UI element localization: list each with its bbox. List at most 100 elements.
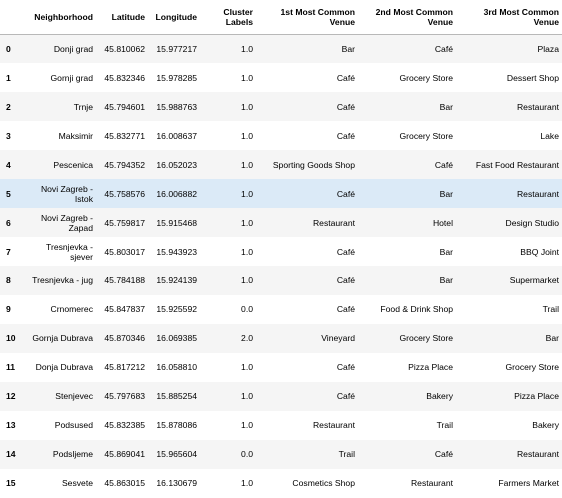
cell-3rd-venue: Trail [542, 304, 559, 315]
cell-cluster-label: 1.0 [241, 44, 253, 55]
cell-neighborhood: Maksimir [58, 130, 93, 141]
cell-1st-venue: Café [336, 101, 355, 112]
table-row: 3 Maksimir 45.832771 16.008637 1.0 Café Grocer… [0, 121, 562, 150]
cell-3rd-venue: Farmers Market [498, 478, 559, 489]
cell-longitude: 15.977217 [156, 44, 197, 55]
cell-cluster-label: 0.0 [241, 449, 253, 460]
cell-longitude: 15.878086 [156, 420, 197, 431]
cell-cluster-label: 1.0 [241, 101, 253, 112]
header-3rd-venue: 3rd Most Common Venue [456, 0, 562, 35]
cell-neighborhood: Podsljeme [52, 449, 93, 460]
table-row: 1 Gornji grad 45.832346 15.978285 1.0 Café Gro… [0, 63, 562, 92]
header-row: Neighborhood Latitude Longitude Cluster … [0, 0, 562, 35]
cell-cluster-label: 2.0 [241, 333, 253, 344]
cell-latitude: 45.797683 [104, 391, 145, 402]
row-index: 13 [6, 420, 16, 431]
cell-2nd-venue: Café [434, 159, 453, 170]
table-body: 0 Donji grad 45.810062 15.977217 1.0 Bar Café P… [0, 34, 562, 498]
cell-1st-venue: Cosmetics Shop [292, 478, 355, 489]
cell-longitude: 16.130679 [156, 478, 197, 489]
table-row: 13 Podsused 45.832385 15.878086 1.0 Restauran… [0, 411, 562, 440]
cell-1st-venue: Café [336, 391, 355, 402]
cell-neighborhood: Gornji grad [50, 72, 93, 83]
cell-longitude: 15.885254 [156, 391, 197, 402]
cell-longitude: 16.052023 [156, 159, 197, 170]
table-row: 4 Pescenica 45.794352 16.052023 1.0 Sporting … [0, 150, 562, 180]
row-index: 7 [6, 246, 11, 257]
cell-longitude: 15.978285 [156, 72, 197, 83]
cell-neighborhood: Crnomerec [50, 304, 93, 315]
cell-2nd-venue: Bar [439, 275, 453, 286]
cell-2nd-venue: Hotel [432, 217, 453, 228]
row-index: 8 [6, 275, 11, 286]
cell-neighborhood: Donji grad [53, 44, 93, 55]
cell-3rd-venue: Supermarket [509, 275, 559, 286]
table-row: 12 Stenjevec 45.797683 15.885254 1.0 Café Bake… [0, 381, 562, 411]
cell-neighborhood: Donja Dubrava [35, 362, 93, 373]
cell-1st-venue: Café [336, 275, 355, 286]
cell-latitude: 45.794601 [104, 101, 145, 112]
cell-latitude: 45.863015 [104, 478, 145, 489]
cell-neighborhood: Gornja Dubrava [32, 333, 93, 344]
cell-2nd-venue: Bakery [426, 391, 453, 402]
header-2nd-venue: 2nd Most Common Venue [358, 0, 456, 35]
cell-cluster-label: 1.0 [241, 246, 253, 257]
cell-cluster-label: 0.0 [241, 304, 253, 315]
cell-latitude: 45.758576 [104, 188, 145, 199]
cell-longitude: 15.943923 [156, 246, 197, 257]
row-index: 3 [6, 130, 11, 141]
row-index: 1 [6, 72, 11, 83]
cell-3rd-venue: Restaurant [516, 101, 559, 112]
row-index: 9 [6, 304, 11, 315]
table-row: 7 Tresnjevka - sjever 45.803017 15.943923 1.… [0, 237, 562, 266]
cell-longitude: 16.008637 [156, 130, 197, 141]
cell-latitude: 45.794352 [104, 159, 145, 170]
cell-3rd-venue: Restaurant [516, 449, 559, 460]
table-row: 0 Donji grad 45.810062 15.977217 1.0 Bar Café P… [0, 34, 562, 64]
cell-cluster-label: 1.0 [241, 478, 253, 489]
header-longitude: Longitude [148, 0, 200, 35]
cell-latitude: 45.784188 [104, 275, 145, 286]
cell-cluster-label: 1.0 [241, 130, 253, 141]
row-index: 12 [6, 391, 16, 402]
cell-3rd-venue: Lake [540, 130, 559, 141]
row-index: 10 [6, 333, 16, 344]
header-cluster-labels: Cluster Labels [200, 0, 256, 35]
row-index: 2 [6, 101, 11, 112]
cell-2nd-venue: Café [434, 449, 453, 460]
cell-1st-venue: Café [336, 130, 355, 141]
cell-1st-venue: Café [336, 304, 355, 315]
cell-2nd-venue: Grocery Store [399, 72, 454, 83]
cell-neighborhood: Tresnjevka - jug [32, 275, 93, 286]
cell-2nd-venue: Grocery Store [399, 130, 454, 141]
cell-latitude: 45.832346 [104, 72, 145, 83]
cell-latitude: 45.832385 [104, 420, 145, 431]
table-row: 2 Trnje 45.794601 15.988763 1.0 Café Bar Restau… [0, 92, 562, 122]
cell-2nd-venue: Grocery Store [399, 333, 454, 344]
cell-cluster-label: 1.0 [241, 217, 253, 228]
header-neighborhood: Neighborhood [22, 0, 96, 35]
table-row: 5 Novi Zagreb - Istok 45.758576 16.006882 1.… [0, 179, 562, 209]
table-row: 15 Sesvete 45.863015 16.130679 1.0 Cosmetics … [0, 469, 562, 498]
cell-2nd-venue: Food & Drink Shop [380, 304, 453, 315]
cell-1st-venue: Trail [338, 449, 355, 460]
cell-latitude: 45.832771 [104, 130, 145, 141]
cell-1st-venue: Café [336, 246, 355, 257]
cell-longitude: 16.069385 [156, 333, 197, 344]
row-index: 5 [6, 188, 11, 199]
cell-longitude: 15.924139 [156, 275, 197, 286]
table-header: Neighborhood Latitude Longitude Cluster … [0, 0, 562, 35]
cell-neighborhood: Novi Zagreb - Zapad [40, 212, 93, 233]
cell-latitude: 45.870346 [104, 333, 145, 344]
cell-neighborhood: Podsused [54, 420, 93, 431]
header-latitude: Latitude [96, 0, 148, 35]
cell-latitude: 45.759817 [104, 217, 145, 228]
cell-latitude: 45.817212 [104, 362, 145, 373]
cell-2nd-venue: Trail [436, 420, 453, 431]
cell-3rd-venue: Grocery Store [505, 362, 560, 373]
cell-latitude: 45.803017 [104, 246, 145, 257]
cell-1st-venue: Restaurant [312, 420, 355, 431]
cell-longitude: 15.965604 [156, 449, 197, 460]
cell-1st-venue: Restaurant [312, 217, 355, 228]
table-row: 8 Tresnjevka - jug 45.784188 15.924139 1.0 Ca… [0, 266, 562, 295]
